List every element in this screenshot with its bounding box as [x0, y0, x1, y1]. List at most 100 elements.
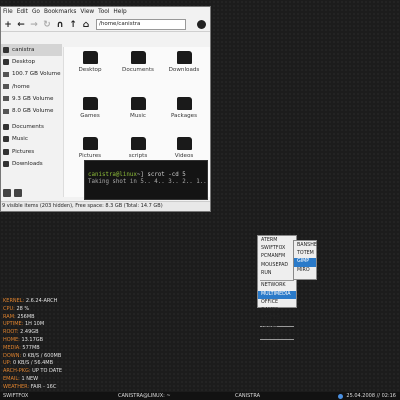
menu-item-mousepad[interactable]: MOUSEPAD [258, 262, 296, 270]
drive-icon [3, 84, 9, 90]
menu-help[interactable]: Help [113, 9, 126, 15]
monitor-key: MEDIA [3, 344, 20, 351]
folder-item[interactable]: Games [68, 97, 112, 119]
submenu-item-banshee[interactable]: BANSHEE [294, 242, 320, 250]
sidebar-item-label: 100.7 GB Volume [12, 71, 61, 78]
sidebar-item-music[interactable]: Music [1, 133, 62, 145]
drive-icon [3, 71, 9, 77]
terminal-prompt: canistra@linux [88, 172, 137, 178]
sidebar-item-home[interactable]: /home [1, 81, 62, 93]
menu-item-run[interactable]: RUN [258, 270, 296, 278]
menu-item-openbox[interactable]: OPENBOX [258, 328, 296, 336]
home-icon[interactable]: ⌂ [81, 20, 91, 30]
submenu-item-miro[interactable]: MIRO [294, 267, 316, 275]
menu-item-aterm[interactable]: ATERM [258, 237, 296, 245]
folder-item[interactable]: Pictures [68, 137, 112, 159]
taskbar: SWIFTFOX CANISTRA@LINUX: ~ CANISTRA 25.0… [0, 392, 400, 400]
folder-item[interactable]: Desktop [68, 51, 112, 73]
monitor-value: 2.49GB [20, 329, 39, 336]
folder-label: Games [80, 113, 100, 119]
folder-icon [3, 136, 9, 143]
sidebar-item-volume-8[interactable]: 8.0 GB Volume [1, 105, 62, 117]
menu-item-system-tools[interactable]: SYSTEM TOOLS [258, 315, 296, 329]
menu-tool[interactable]: Tool [98, 9, 109, 15]
monitor-row: DOWN: 0 KB/S / 600MB [3, 352, 62, 359]
folder-label: Packages [170, 113, 198, 119]
monitor-row: EMAIL: 1 NEW [3, 375, 39, 382]
monitor-value: 13.17GB [21, 336, 44, 343]
folder-item[interactable]: Downloads [162, 51, 206, 73]
terminal-command: ~] scrot -cd 5 [136, 172, 186, 178]
menu-go[interactable]: Go [32, 9, 40, 15]
clock-text: 25.04.2008 // 02:16 [346, 393, 396, 399]
monitor-value: 577MB [22, 344, 40, 351]
sidebar-item-label: Documents [12, 124, 44, 131]
sidebar-item-label: Downloads [12, 160, 43, 167]
submenu-item-gimp[interactable]: GIMP [294, 258, 316, 267]
folder-icon [130, 97, 146, 110]
menu-item-shutdown[interactable]: SHUTDOWN [258, 341, 296, 349]
monitor-key: ARCH-PKG [3, 368, 29, 375]
sidebar-item-pictures[interactable]: Pictures [1, 146, 62, 158]
menu-file[interactable]: File [3, 9, 13, 15]
folder-label: Documents [122, 67, 154, 73]
folder-icon [130, 51, 146, 64]
tree-icon[interactable] [14, 189, 22, 197]
terminal-window[interactable]: canistra@linux~] scrot -cd 5 Taking shot… [84, 160, 208, 200]
up-icon[interactable]: ↑ [68, 20, 78, 30]
places-icon[interactable] [3, 189, 11, 197]
folder-item[interactable]: Documents [116, 51, 160, 73]
menu-item-pcmanfm[interactable]: PCMANFM [258, 253, 296, 261]
menu-item-network[interactable]: NETWORK [258, 282, 296, 290]
monitor-value: FAIR - 16C [30, 383, 57, 390]
monitor-key: WEATHER [3, 383, 28, 390]
sidebar-item-volume-100[interactable]: 100.7 GB Volume [1, 68, 62, 80]
menu-bar: File Edit Go Bookmarks View Tool Help [1, 7, 210, 17]
monitor-key: UPTIME [3, 321, 22, 328]
back-icon[interactable]: ← [16, 20, 26, 30]
folder-label: scripts [128, 153, 148, 159]
monitor-row: WEATHER: FAIR - 16C [3, 383, 57, 390]
monitor-row: KERNEL: 2.6.24-ARCH [3, 298, 58, 304]
menu-edit[interactable]: Edit [17, 9, 28, 15]
monitor-value: 256MB [17, 313, 35, 320]
multimedia-submenu: BANSHEE TOTEM GIMP MIRO [293, 240, 320, 280]
menu-item-games[interactable]: GAMES [258, 307, 296, 315]
folder-item[interactable]: Music [116, 97, 160, 119]
folder-icon [3, 160, 9, 167]
sidebar-item-label: canistra [12, 47, 35, 54]
folder-item[interactable]: Packages [162, 97, 206, 119]
submenu-item-totem[interactable]: TOTEM [294, 250, 316, 258]
toolbar: + ← → ↻ ∩ ↑ ⌂ /home/canistra [1, 18, 210, 32]
menu-view[interactable]: View [80, 9, 94, 15]
task-terminal[interactable]: CANISTRA@LINUX: ~ [118, 392, 171, 400]
zoom-icon[interactable] [197, 20, 206, 29]
sidebar-item-downloads[interactable]: Downloads [1, 158, 62, 170]
location-input[interactable]: /home/canistra [96, 19, 186, 30]
monitor-row: HOME: 13.17GB [3, 336, 44, 343]
sidebar-item-documents[interactable]: Documents [1, 121, 62, 133]
spatial-icon[interactable]: ∩ [55, 20, 65, 30]
menu-item-swiftfox[interactable]: SWIFTFOX [258, 245, 296, 253]
monitor-key: CPU [3, 305, 14, 312]
desktop-icon [3, 59, 9, 66]
task-swiftfox[interactable]: SWIFTFOX [3, 392, 28, 400]
menu-item-multimedia[interactable]: MULTIMEDIA [258, 290, 296, 299]
forward-icon[interactable]: → [29, 20, 39, 30]
folder-icon [130, 137, 146, 150]
sidebar-item-canistra[interactable]: canistra [1, 44, 62, 57]
folder-item[interactable]: Videos [162, 137, 206, 159]
new-icon[interactable]: + [3, 20, 13, 30]
clock: 25.04.2008 // 02:16 [338, 392, 396, 400]
monitor-key: EMAIL [3, 375, 19, 382]
monitor-key: DOWN [3, 352, 20, 359]
menu-bookmarks[interactable]: Bookmarks [44, 9, 76, 15]
reload-icon[interactable]: ↻ [42, 20, 52, 30]
folder-item[interactable]: scripts [116, 137, 160, 159]
sidebar-item-volume-9[interactable]: 9.3 GB Volume [1, 93, 62, 105]
sidebar-item-desktop[interactable]: Desktop [1, 56, 62, 68]
menu-item-office[interactable]: OFFICE [258, 299, 296, 307]
folder-icon [3, 124, 9, 131]
task-file-manager[interactable]: CANISTRA [235, 392, 260, 400]
folder-icon [176, 97, 192, 110]
